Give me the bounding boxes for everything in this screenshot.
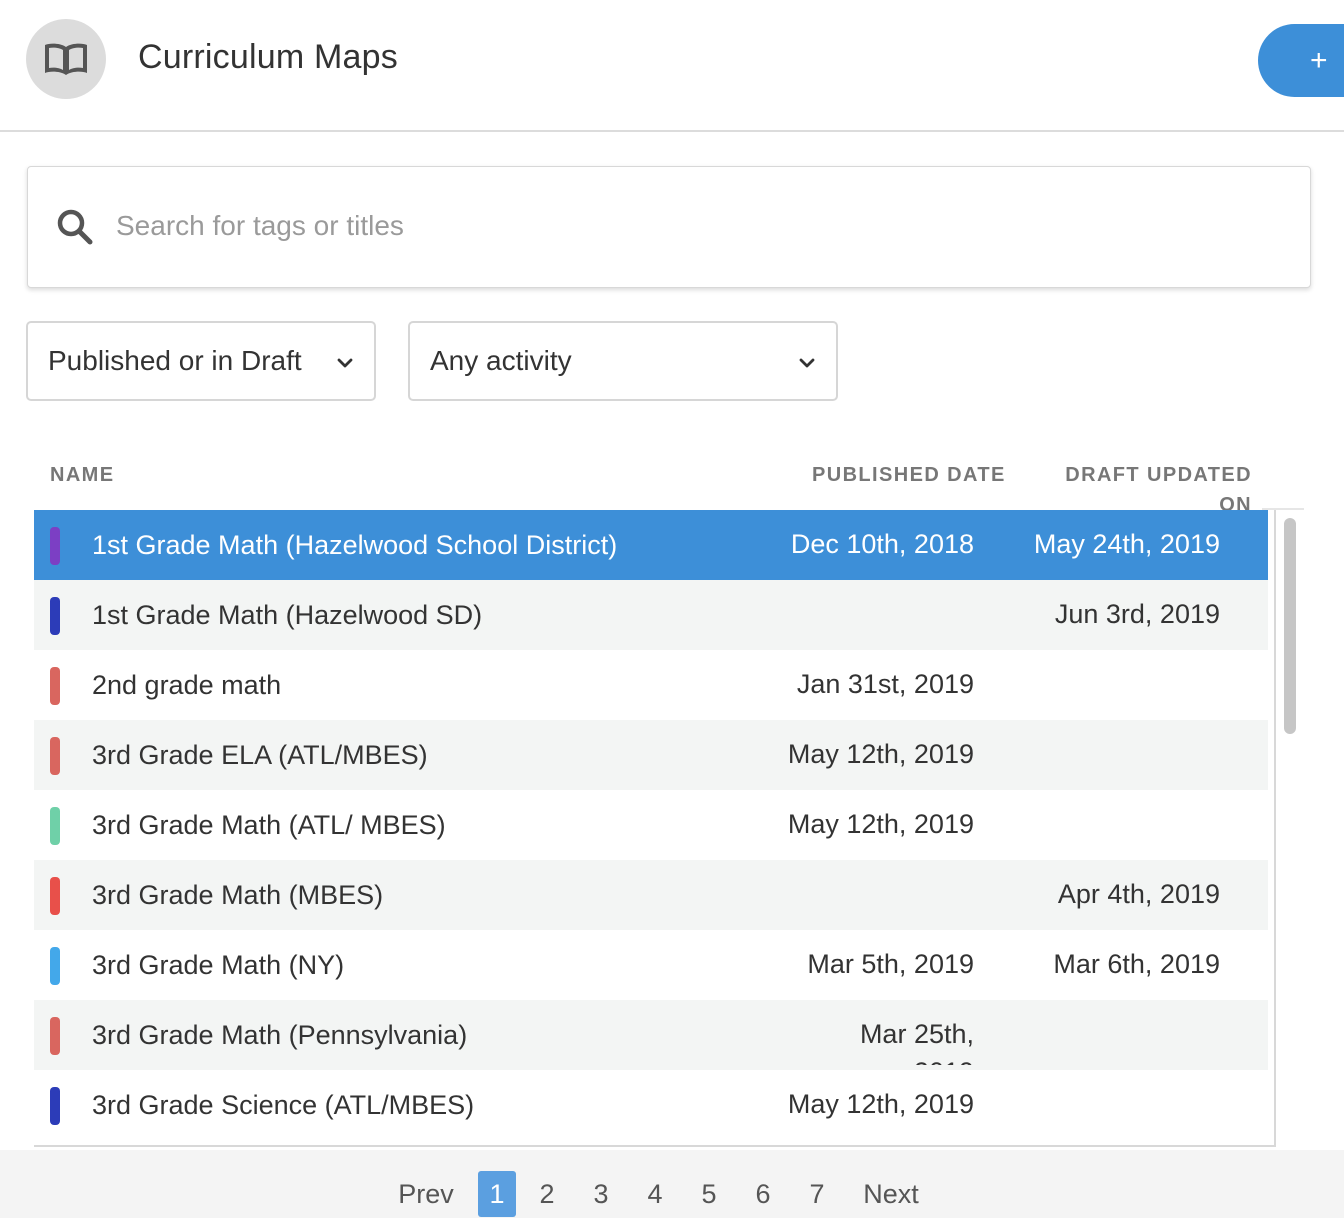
row-published-date: May 12th, 2019 xyxy=(787,1089,974,1119)
page-title: Curriculum Maps xyxy=(138,38,398,76)
row-published-date: Dec 10th, 2018 xyxy=(790,529,974,559)
page-link-5[interactable]: 5 xyxy=(694,1171,724,1217)
book-icon xyxy=(26,19,106,99)
page-link-6[interactable]: 6 xyxy=(748,1171,778,1217)
row-name: 3rd Grade Science (ATL/MBES) xyxy=(92,1090,475,1120)
page-header: Curriculum Maps + xyxy=(0,0,1344,132)
table-row[interactable]: 3rd Grade Math (NY) Mar 5th, 2019 Mar 6t… xyxy=(34,930,1268,1000)
row-name: 1st Grade Math (Hazelwood SD) xyxy=(92,600,483,630)
table-row[interactable]: 3rd Grade Math (Pennsylvania) Mar 25th, … xyxy=(34,1000,1268,1070)
color-indicator xyxy=(50,947,60,985)
table-scrollbar[interactable] xyxy=(1284,518,1296,734)
row-name: 3rd Grade Math (ATL/ MBES) xyxy=(92,810,446,840)
page-link-1[interactable]: 1 xyxy=(478,1171,516,1217)
chevron-down-icon xyxy=(799,358,815,368)
plus-icon: + xyxy=(1310,43,1328,77)
activity-filter-select[interactable]: Any activity xyxy=(408,321,838,401)
row-name: 1st Grade Math (Hazelwood School Distric… xyxy=(92,530,618,560)
page-link-7[interactable]: 7 xyxy=(802,1171,832,1217)
table-row[interactable]: 2nd grade math Jan 31st, 2019 xyxy=(34,650,1268,720)
row-published-date: Mar 5th, 2019 xyxy=(807,949,974,979)
column-header-draft-line1: DRAFT UPDATED xyxy=(1065,464,1252,486)
table-row[interactable]: 3rd Grade Math (MBES) Apr 4th, 2019 xyxy=(34,860,1268,930)
row-name: 2nd grade math xyxy=(92,670,282,700)
row-name: 3rd Grade Math (NY) xyxy=(92,950,345,980)
page-link-3[interactable]: 3 xyxy=(586,1171,616,1217)
row-name: 3rd Grade Math (Pennsylvania) xyxy=(92,1020,468,1050)
search-icon xyxy=(57,209,93,245)
row-published-date: May 12th, 2019 xyxy=(787,809,974,839)
color-indicator xyxy=(50,1087,60,1125)
table-row[interactable]: 1st Grade Math (Hazelwood SD) Jun 3rd, 2… xyxy=(34,580,1268,650)
table-row[interactable]: 3rd Grade Math (ATL/ MBES) May 12th, 201… xyxy=(34,790,1268,860)
column-header-name[interactable]: NAME xyxy=(50,464,115,487)
row-name: 3rd Grade Math (MBES) xyxy=(92,880,384,910)
table-row[interactable]: 3rd Grade ELA (ATL/MBES) May 12th, 2019 xyxy=(34,720,1268,790)
page-link-4[interactable]: 4 xyxy=(640,1171,670,1217)
row-published-date: Mar 25th, 2019 xyxy=(859,1019,974,1065)
color-indicator xyxy=(50,527,60,565)
column-header-published-date[interactable]: PUBLISHED DATE xyxy=(812,464,1006,487)
color-indicator xyxy=(50,877,60,915)
status-filter-label: Published or in Draft xyxy=(48,345,302,376)
table-row[interactable]: 1st Grade Math (Hazelwood School Distric… xyxy=(34,510,1268,580)
row-draft-updated xyxy=(1020,1015,1220,1053)
activity-filter-label: Any activity xyxy=(430,345,572,376)
prev-page-link[interactable]: Prev xyxy=(392,1171,460,1217)
color-indicator xyxy=(50,807,60,845)
row-draft-updated xyxy=(1020,735,1220,773)
row-draft-updated: Jun 3rd, 2019 xyxy=(1054,599,1220,629)
row-draft-updated xyxy=(1020,665,1220,703)
add-map-button[interactable]: + xyxy=(1258,24,1344,97)
color-indicator xyxy=(50,667,60,705)
pagination-bar xyxy=(0,1150,1344,1218)
row-published-date xyxy=(754,875,974,913)
chevron-down-icon xyxy=(337,358,353,368)
row-draft-updated xyxy=(1020,1085,1220,1123)
row-published-date: May 12th, 2019 xyxy=(787,739,974,769)
row-draft-updated: May 24th, 2019 xyxy=(1033,529,1220,559)
color-indicator xyxy=(50,597,60,635)
curriculum-table: 1st Grade Math (Hazelwood School Distric… xyxy=(34,510,1276,1147)
row-draft-updated: Apr 4th, 2019 xyxy=(1057,879,1220,909)
row-draft-updated: Mar 6th, 2019 xyxy=(1053,949,1220,979)
next-page-link[interactable]: Next xyxy=(856,1171,926,1217)
color-indicator xyxy=(50,737,60,775)
table-row[interactable]: 3rd Grade Science (ATL/MBES) May 12th, 2… xyxy=(34,1070,1268,1140)
status-filter-select[interactable]: Published or in Draft xyxy=(26,321,376,401)
row-draft-updated xyxy=(1020,805,1220,843)
search-input[interactable] xyxy=(116,196,1276,256)
row-published-date: Jan 31st, 2019 xyxy=(796,669,974,699)
color-indicator xyxy=(50,1017,60,1055)
row-published-date xyxy=(754,595,974,633)
row-name: 3rd Grade ELA (ATL/MBES) xyxy=(92,740,428,770)
page-link-2[interactable]: 2 xyxy=(532,1171,562,1217)
